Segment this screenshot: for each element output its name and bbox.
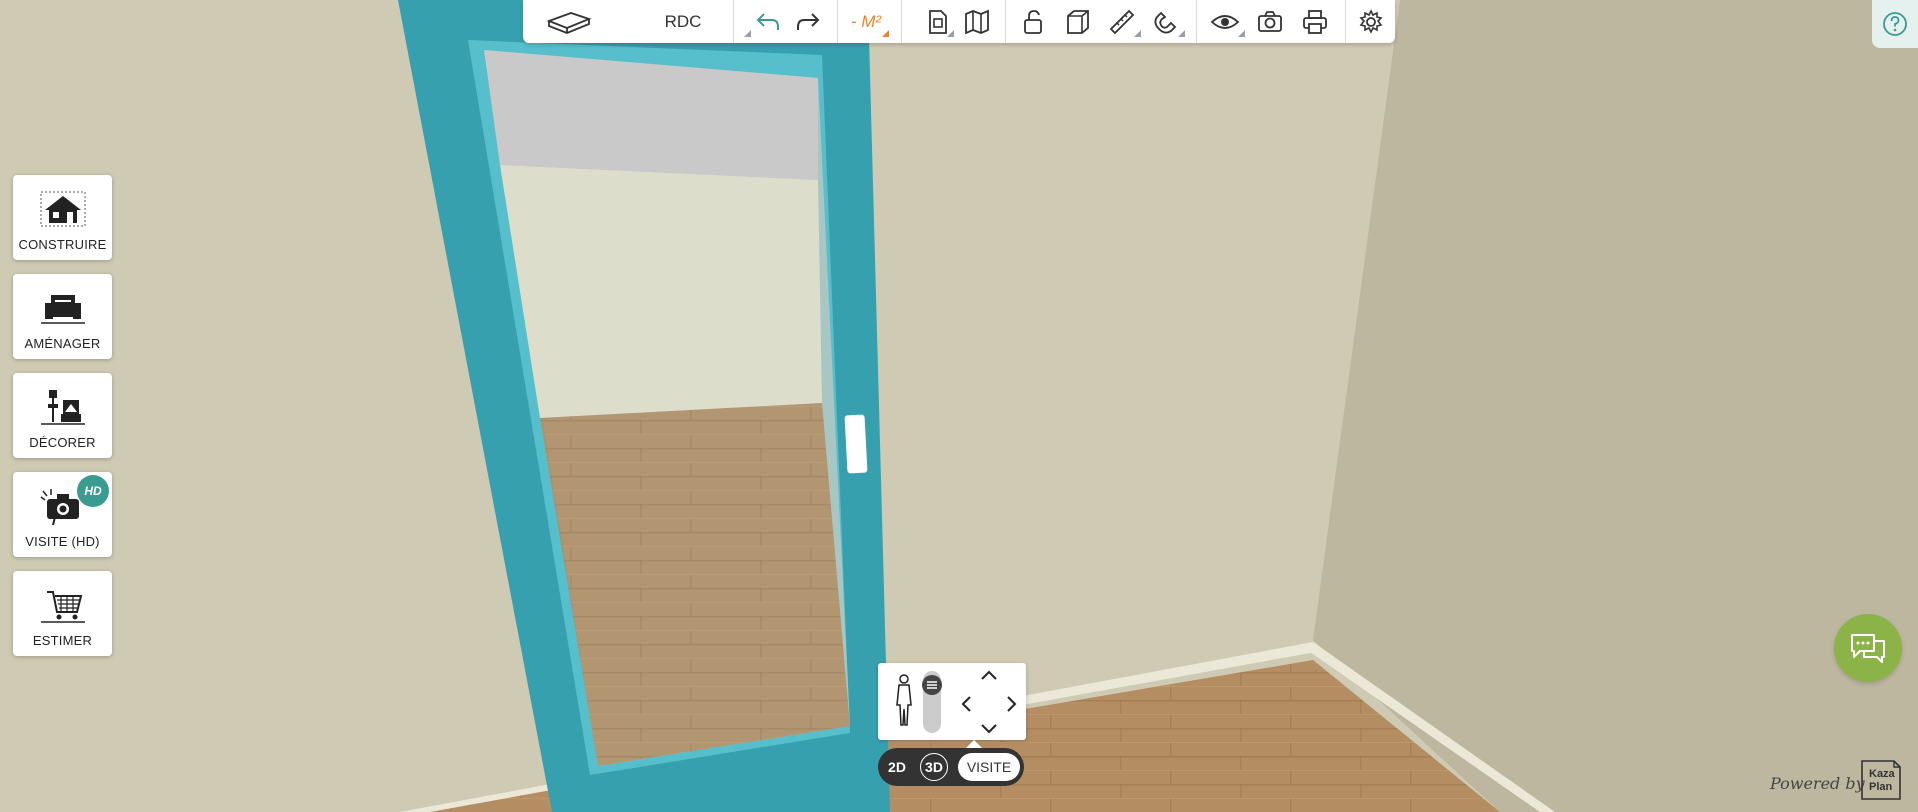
top-toolbar: RDC - M² [523, 0, 1395, 43]
sidebar-item-label: VISITE (HD) [25, 534, 100, 549]
height-slider[interactable] [922, 671, 942, 733]
arrow-down-icon[interactable] [980, 723, 998, 735]
powered-by-text: Powered by [1770, 774, 1865, 793]
left-sidebar: CONSTRUIRE AMÉNAGER DÉCORER VISITE (HD) … [13, 175, 112, 670]
dropdown-corner-icon [1178, 30, 1185, 37]
lamp-frame-icon [39, 387, 87, 429]
sidebar-item-label: DÉCORER [29, 435, 96, 450]
sidebar-item-label: CONSTRUIRE [18, 237, 107, 252]
question-circle-icon [1883, 12, 1907, 36]
unlock-icon[interactable] [1013, 0, 1053, 43]
arrow-left-icon[interactable] [960, 695, 972, 713]
undo-icon[interactable] [748, 0, 788, 43]
help-button[interactable] [1872, 0, 1918, 48]
sidebar-item-label: AMÉNAGER [24, 336, 101, 351]
dropdown-corner-icon [1238, 30, 1245, 37]
area-toggle[interactable]: - M² [841, 0, 891, 43]
arrow-up-icon[interactable] [980, 669, 998, 681]
dropdown-corner-icon [1134, 30, 1141, 37]
map-icon[interactable] [958, 0, 996, 43]
redo-icon[interactable] [788, 0, 828, 43]
dropdown-corner-icon [882, 30, 889, 37]
house-icon [39, 189, 87, 231]
sidebar-item-estimer[interactable]: ESTIMER [13, 571, 112, 656]
sidebar-item-decorer[interactable]: DÉCORER [13, 373, 112, 458]
arrow-right-icon[interactable] [1006, 695, 1018, 713]
mode-2d-button[interactable]: 2D [882, 753, 912, 781]
floor-label: RDC [664, 11, 702, 31]
sidebar-item-amenager[interactable]: AMÉNAGER [13, 274, 112, 359]
view-mode-switcher: 2D 3D VISITE [878, 748, 1024, 786]
cube-icon[interactable] [1058, 0, 1098, 43]
dropdown-corner-icon [947, 30, 954, 37]
sidebar-item-construire[interactable]: CONSTRUIRE [13, 175, 112, 260]
area-label: - M² [850, 11, 882, 31]
camera-icon[interactable] [1248, 0, 1292, 43]
printer-icon[interactable] [1293, 0, 1337, 43]
hd-badge: HD [77, 475, 109, 507]
gear-icon[interactable] [1349, 0, 1393, 43]
eye-icon[interactable] [1203, 0, 1247, 43]
floor-plan-icon[interactable] [543, 0, 595, 43]
person-icon[interactable] [892, 673, 916, 729]
sidebar-item-label: ESTIMER [32, 633, 93, 648]
logo-text-line1: Kaza [1869, 768, 1895, 780]
kazaplan-logo[interactable]: Kaza Plan [1858, 755, 1904, 801]
logo-text-line2: Plan [1869, 781, 1893, 793]
slider-handle[interactable] [922, 675, 942, 695]
ruler-icon[interactable] [1101, 0, 1143, 43]
chat-button[interactable] [1834, 614, 1902, 682]
cart-icon [39, 585, 87, 627]
visit-navigation-panel [878, 663, 1026, 740]
sofa-icon [39, 288, 87, 330]
floor-selector[interactable]: RDC [613, 0, 753, 43]
magnet-icon[interactable] [1145, 0, 1187, 43]
pointer-caret-icon [966, 740, 982, 748]
mode-visite-button[interactable]: VISITE [958, 753, 1020, 781]
sidebar-item-visite-hd[interactable]: VISITE (HD) HD [13, 472, 112, 557]
document-icon[interactable] [918, 0, 956, 43]
mode-3d-button[interactable]: 3D [920, 753, 948, 781]
chat-bubbles-icon [1851, 634, 1885, 663]
